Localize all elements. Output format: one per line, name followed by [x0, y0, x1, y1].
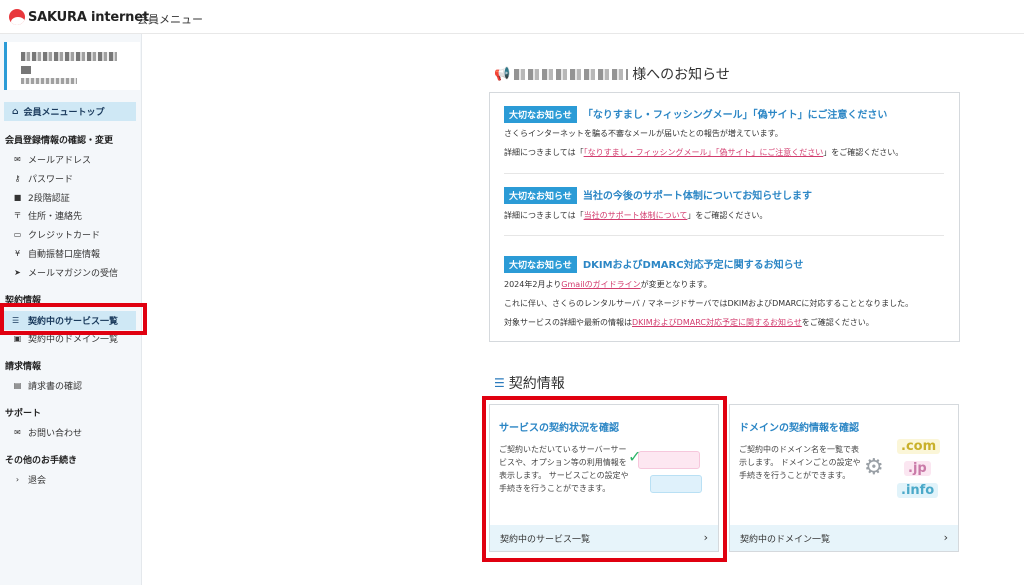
notice-text: 」をご確認ください。: [687, 211, 768, 220]
sidebar-item-email[interactable]: ✉ メールアドレス: [12, 152, 91, 166]
highlight-frame-card: [482, 396, 727, 562]
notice-link[interactable]: 「なりすまし・フィッシングメール」「偽サイト」にご注意ください: [584, 148, 824, 157]
notice-text: 2024年2月より: [504, 280, 562, 289]
notice-title-text: 様へのお知らせ: [632, 67, 730, 83]
tld-jp-icon: .jp: [904, 461, 931, 476]
notice-headline[interactable]: 当社の今後のサポート体制についてお知らせします: [583, 191, 812, 202]
sidebar-item-label: メールマガジンの受信: [28, 268, 119, 279]
sidebar-section-title: その他のお手続き: [5, 456, 78, 466]
notice-link[interactable]: 当社のサポート体制について: [584, 211, 688, 220]
sidebar-item-credit-card[interactable]: ▭ クレジットカード: [12, 227, 100, 241]
card-footer-label: 契約中のドメイン一覧: [740, 534, 831, 545]
sidebar-section-title: 会員登録情報の確認・変更: [5, 136, 114, 146]
notice-item-heading: 大切なお知らせ 当社の今後のサポート体制についてお知らせします: [504, 184, 812, 204]
notice-text: 」をご確認ください。: [823, 148, 904, 157]
sidebar-item-invoice[interactable]: ▤ 請求書の確認: [12, 378, 82, 392]
notice-headline[interactable]: DKIMおよびDMARC対応予定に関するお知らせ: [583, 260, 804, 271]
notice-body: さくらインターネットを騙る不審なメールが届いたとの報告が増えています。: [504, 129, 783, 138]
paper-plane-icon: ➤: [14, 267, 21, 277]
notice-body: 詳細につきましては「当社のサポート体制について」をご確認ください。: [504, 210, 767, 221]
user-info-box: [4, 42, 140, 90]
top-bar: SAKURA internet 会員メニュー: [0, 0, 1024, 34]
notice-link[interactable]: Gmailのガイドライン: [561, 280, 640, 289]
credit-card-icon: ▭: [13, 229, 22, 239]
highlight-frame-sidebar: [0, 303, 147, 335]
divider: [504, 173, 944, 174]
sidebar-item-bank-account[interactable]: ¥ 自動振替口座情報: [12, 246, 100, 260]
sidebar-section-title: 請求情報: [5, 362, 42, 372]
sidebar-item-label: パスワード: [28, 174, 74, 185]
divider: [504, 235, 944, 236]
notice-text: 詳細につきましては「: [504, 211, 584, 220]
sidebar-item-label: クレジットカード: [28, 230, 101, 241]
sidebar-item-label: 退会: [28, 475, 47, 486]
notice-text: 詳細につきましては「: [504, 148, 584, 157]
postal-icon: 〒: [13, 210, 22, 220]
domain-contract-card[interactable]: ドメインの契約情報を確認 ご契約中のドメイン名を一覧で表示します。 ドメインごと…: [729, 404, 959, 552]
notice-headline[interactable]: 「なりすまし・フィッシングメール」「偽サイト」にご注意ください: [583, 110, 888, 121]
important-badge: 大切なお知らせ: [504, 256, 577, 273]
redacted-member-id: [21, 52, 117, 61]
notice-link[interactable]: DKIMおよびDMARC対応予定に関するお知らせ: [632, 318, 802, 327]
notice-body: これに伴い、さくらのレンタルサーバ / マネージドサーバではDKIMおよびDMA…: [504, 299, 914, 308]
sidebar-item-label: 住所・連絡先: [28, 211, 83, 222]
sidebar-item-password[interactable]: ⚷ パスワード: [12, 171, 73, 185]
megaphone-icon: 📢: [494, 66, 511, 82]
important-badge: 大切なお知らせ: [504, 187, 577, 204]
redacted-member-name: [21, 78, 77, 84]
document-icon: ▤: [13, 380, 22, 390]
member-menu-title[interactable]: 会員メニュー: [137, 11, 203, 27]
mail-icon: ✉: [14, 154, 21, 164]
card-description: ご契約中のドメイン名を一覧で表示します。 ドメインごとの設定や手続きを行うことが…: [739, 445, 861, 480]
chevron-right-icon: ›: [943, 531, 948, 544]
sidebar-item-2fa[interactable]: ■ 2段階認証: [12, 190, 70, 204]
home-icon: ⌂: [12, 106, 19, 117]
tld-info-icon: .info: [897, 483, 939, 498]
important-badge: 大切なお知らせ: [504, 106, 577, 123]
notice-body: 2024年2月よりGmailのガイドラインが変更となります。: [504, 279, 712, 290]
notice-text: をご確認ください。: [801, 318, 874, 327]
sidebar-item-label: 会員メニュートップ: [23, 108, 105, 118]
tld-com-icon: .com: [897, 439, 941, 454]
contract-title-text: 契約情報: [508, 376, 565, 392]
yen-icon: ¥: [14, 248, 21, 258]
domain-list-link[interactable]: 契約中のドメイン一覧 ›: [730, 525, 958, 551]
sidebar-item-label: お問い合わせ: [28, 428, 83, 439]
sidebar-item-address[interactable]: 〒住所・連絡先: [12, 208, 83, 222]
notice-body: 対象サービスの詳細や最新の情報はDKIMおよびDMARC対応予定に関するお知らせ…: [504, 317, 874, 328]
notice-item-heading: 大切なお知らせ 「なりすまし・フィッシングメール」「偽サイト」にご注意ください: [504, 103, 887, 123]
sidebar-item-label: メールアドレス: [28, 155, 92, 166]
notice-text: 対象サービスの詳細や最新の情報は: [504, 318, 632, 327]
gear-icon: ⚙: [864, 455, 884, 480]
sidebar-item-label: 2段階認証: [28, 193, 70, 204]
mail-icon: ✉: [14, 427, 21, 437]
sidebar-item-label: 請求書の確認: [28, 381, 83, 392]
sidebar-item-contact[interactable]: ✉ お問い合わせ: [12, 425, 82, 439]
sidebar-item-label: 自動振替口座情報: [28, 249, 101, 260]
sidebar-item-mail-magazine[interactable]: ➤ メールマガジンの受信: [12, 265, 118, 279]
brand-name: SAKURA internet: [28, 9, 149, 25]
sakura-logo[interactable]: SAKURA internet: [9, 9, 149, 25]
sidebar-item-withdraw[interactable]: › 退会: [12, 472, 46, 486]
notice-text: が変更となります。: [640, 280, 712, 289]
notice-list: 大切なお知らせ 「なりすまし・フィッシングメール」「偽サイト」にご注意ください さ…: [489, 92, 960, 342]
sakura-logo-icon: [9, 9, 25, 25]
sidebar-section-title: サポート: [5, 409, 42, 419]
chevron-right-icon: ›: [15, 474, 20, 484]
notice-section-title: 📢 様へのお知らせ: [494, 64, 730, 84]
lock-icon: ■: [13, 192, 22, 202]
notice-item-heading: 大切なお知らせ DKIMおよびDMARC対応予定に関するお知らせ: [504, 253, 803, 273]
redacted-text: [21, 66, 31, 74]
card-title: ドメインの契約情報を確認: [739, 423, 859, 434]
notice-body: 詳細につきましては「「なりすまし・フィッシングメール」「偽サイト」にご注意くださ…: [504, 147, 903, 158]
redacted-user-name: [514, 68, 629, 80]
contract-section-title: ☰ 契約情報: [494, 373, 565, 393]
key-icon: ⚷: [14, 173, 21, 183]
list-icon: ☰: [494, 376, 505, 390]
sidebar-item-member-top[interactable]: ⌂ 会員メニュートップ: [4, 102, 136, 121]
